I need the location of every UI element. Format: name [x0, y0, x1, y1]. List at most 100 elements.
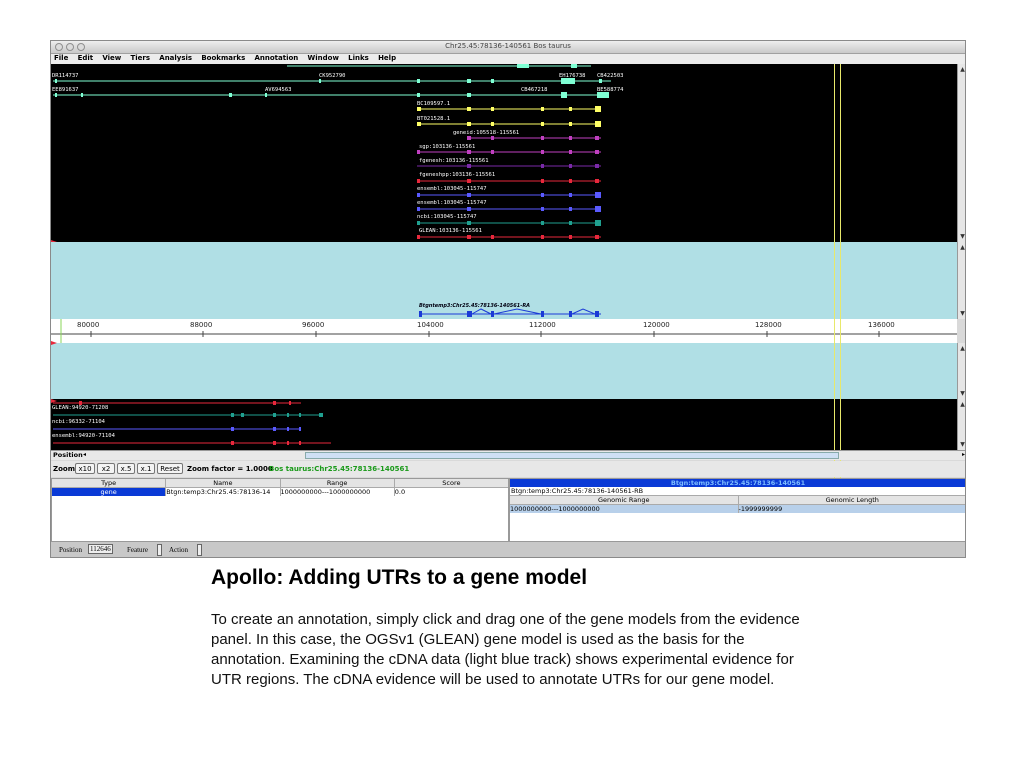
zoom-x05-button[interactable]: x.5	[117, 463, 135, 474]
table-row[interactable]: gene Btgn:temp3:Chr25.45:78136-14 100000…	[52, 488, 508, 496]
menu-edit[interactable]: Edit	[78, 54, 94, 62]
feature-field[interactable]	[157, 544, 162, 556]
action-field[interactable]	[197, 544, 202, 556]
column-header[interactable]: Range	[281, 479, 395, 487]
evidence-panel-reverse[interactable]: GLEAN:94920-71208 ncbi:96332-71104 ensem…	[51, 399, 957, 450]
menu-links[interactable]: Links	[348, 54, 369, 62]
slide-heading: Apollo: Adding UTRs to a gene model	[211, 566, 588, 589]
column-header[interactable]: Score	[395, 479, 508, 487]
title-bar: Chr25.45:78136-140561 Bos taurus	[51, 41, 965, 54]
reverse-evidence-scrollbar[interactable]: ▲ ▼	[957, 399, 965, 450]
track-label[interactable]: ncbi:103045-115747	[417, 214, 477, 220]
column-header[interactable]: Genomic Range	[510, 496, 739, 504]
track-label[interactable]: EH176738	[559, 73, 586, 79]
zoom-toolbar: Zoom x10 x2 x.5 x.1 Reset Zoom factor = …	[51, 461, 965, 477]
track-label[interactable]: ncbi:96332-71104	[52, 419, 105, 425]
scroll-down-icon[interactable]: ▼	[958, 309, 965, 318]
column-header[interactable]: Name	[166, 479, 281, 487]
scroll-down-icon[interactable]: ▼	[958, 440, 965, 449]
evidence-panel-forward[interactable]: DR114737 EE891637 CK952790 AV694563 EH17…	[51, 64, 957, 242]
status-position-label: Position	[59, 546, 82, 554]
ruler-tick: 96000	[302, 321, 325, 329]
menu-view[interactable]: View	[102, 54, 121, 62]
track-label[interactable]: BT021528.1	[417, 116, 450, 122]
scroll-up-icon[interactable]: ▲	[958, 243, 965, 252]
evidence-scrollbar[interactable]: ▲ ▼	[957, 64, 965, 242]
scroll-down-icon[interactable]: ▼	[958, 389, 965, 398]
position-field[interactable]: 112646	[88, 544, 113, 554]
scroll-right-icon[interactable]: ▸	[962, 451, 965, 458]
menu-tiers[interactable]: Tiers	[131, 54, 151, 62]
gene-model-label[interactable]: Btgntemp3:Chr25.45:78136-140561-RA	[419, 303, 530, 309]
reverse-annotation-scrollbar[interactable]: ▲ ▼	[957, 343, 965, 399]
menu-bookmarks[interactable]: Bookmarks	[201, 54, 245, 62]
detail-panel: Btgn:temp3:Chr25.45:78136-140561 Btgn:te…	[509, 478, 966, 542]
zoom-location: Bos taurus:Chr25.45:78136-140561	[269, 465, 410, 473]
evidence-tracks-svg	[51, 64, 611, 242]
track-label[interactable]: BE588774	[597, 87, 624, 93]
table-cell[interactable]: 1000000000---1000000000	[510, 505, 739, 513]
coordinate-ruler[interactable]: 80000 88000 96000 104000 112000 120000 1…	[51, 319, 957, 343]
table-row[interactable]: 1000000000---1000000000 -1999999999	[510, 505, 966, 513]
scroll-up-icon[interactable]: ▲	[958, 65, 965, 74]
zoom-reset-button[interactable]: Reset	[157, 463, 183, 474]
column-header[interactable]: Genomic Length	[739, 496, 966, 504]
ruler-tick: 136000	[868, 321, 895, 329]
table-cell[interactable]: 1000000000---1000000000	[281, 488, 395, 496]
zoom-x01-button[interactable]: x.1	[137, 463, 155, 474]
strand-marker-icon	[51, 341, 57, 345]
status-bar: Position 112646 Feature Action	[51, 541, 965, 557]
selection-highlight	[834, 64, 841, 488]
apollo-window: Chr25.45:78136-140561 Bos taurus File Ed…	[50, 40, 966, 558]
track-label[interactable]: geneid:105518-115561	[453, 130, 519, 136]
slide-paragraph: To create an annotation, simply click an…	[211, 611, 800, 688]
track-label[interactable]: sgp:103136-115561	[419, 144, 475, 150]
ruler-svg	[51, 319, 957, 343]
track-label[interactable]: AV694563	[265, 87, 292, 93]
ruler-tick: 112000	[529, 321, 556, 329]
track-label[interactable]: GLEAN:103136-115561	[419, 228, 482, 234]
track-label[interactable]: CB467218	[521, 87, 548, 93]
zoom-x2-button[interactable]: x2	[97, 463, 115, 474]
window-title: Chr25.45:78136-140561 Bos taurus	[445, 42, 571, 50]
ruler-tick: 120000	[643, 321, 670, 329]
scroll-up-icon[interactable]: ▲	[958, 344, 965, 353]
track-label[interactable]: CB422503	[597, 73, 624, 79]
table-cell[interactable]: 0.0	[395, 488, 508, 496]
menu-file[interactable]: File	[54, 54, 68, 62]
menu-help[interactable]: Help	[378, 54, 396, 62]
table-cell[interactable]: -1999999999	[739, 505, 966, 513]
table-cell[interactable]: gene	[52, 488, 167, 496]
zoom-label: Zoom	[53, 465, 75, 473]
menu-analysis[interactable]: Analysis	[159, 54, 192, 62]
track-label[interactable]: EE891637	[52, 87, 79, 93]
track-label[interactable]: ensembl:103045-115747	[417, 200, 487, 206]
table-cell[interactable]: Btgn:temp3:Chr25.45:78136-14	[166, 488, 281, 496]
menu-bar: File Edit View Tiers Analysis Bookmarks …	[51, 54, 965, 64]
ruler-tick: 80000	[77, 321, 100, 329]
ruler-tick: 128000	[755, 321, 782, 329]
annotation-panel-forward[interactable]: Btgntemp3:Chr25.45:78136-140561-RA	[51, 242, 957, 319]
track-label[interactable]: ensembl:94920-71104	[52, 433, 115, 439]
detail-name[interactable]: Btgn:temp3:Chr25.45:78136-140561-RB	[510, 487, 965, 495]
column-header[interactable]: Type	[52, 479, 167, 487]
position-label: Position	[53, 451, 83, 459]
zoom-x10-button[interactable]: x10	[75, 463, 95, 474]
track-label[interactable]: GLEAN:94920-71208	[52, 405, 108, 411]
scroll-down-icon[interactable]: ▼	[958, 232, 965, 241]
scroll-up-icon[interactable]: ▲	[958, 400, 965, 409]
menu-window[interactable]: Window	[308, 54, 339, 62]
track-label[interactable]: ensembl:103045-115747	[417, 186, 487, 192]
reverse-tracks-svg	[51, 399, 331, 445]
track-label[interactable]: BC109597.1	[417, 101, 450, 107]
position-thumb[interactable]	[305, 452, 839, 459]
track-label[interactable]: DR114737	[52, 73, 79, 79]
scroll-left-icon[interactable]: ◂	[83, 451, 86, 458]
position-scrollbar[interactable]: Position ◂ ▸	[51, 450, 965, 460]
annotation-scrollbar[interactable]: ▲ ▼	[957, 242, 965, 319]
annotation-panel-reverse[interactable]	[51, 341, 957, 399]
track-label[interactable]: fgeneshpp:103136-115561	[419, 172, 495, 178]
track-label[interactable]: CK952790	[319, 73, 346, 79]
track-label[interactable]: fgenesh:103136-115561	[419, 158, 489, 164]
menu-annotation[interactable]: Annotation	[254, 54, 298, 62]
